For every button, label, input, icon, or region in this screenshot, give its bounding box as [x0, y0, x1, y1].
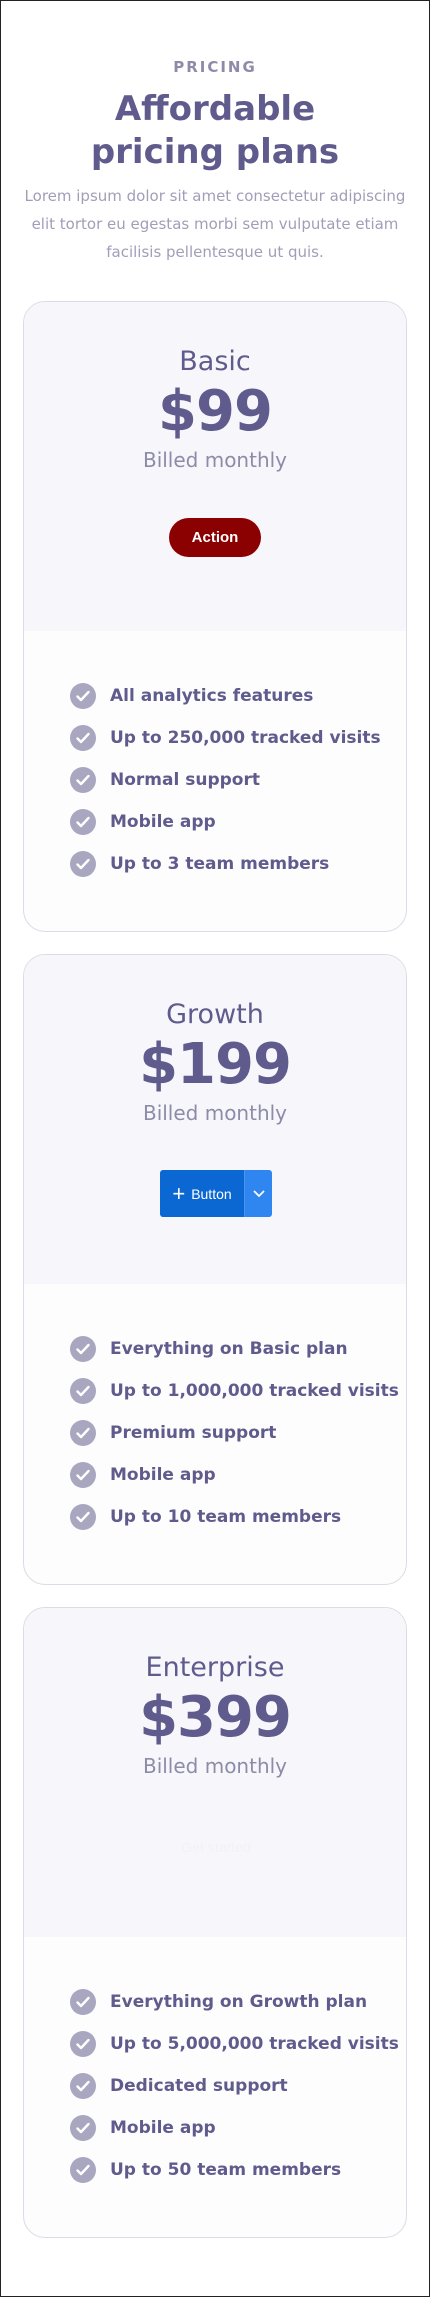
- feature-item: Mobile app: [70, 801, 381, 843]
- check-circle-icon: [70, 809, 96, 835]
- plan-name: Basic: [179, 346, 251, 377]
- feature-label: Up to 1,000,000 tracked visits: [110, 1381, 399, 1401]
- feature-item: Up to 5,000,000 tracked visits: [70, 2023, 399, 2065]
- check-circle-icon: [70, 767, 96, 793]
- feature-label: Everything on Growth plan: [110, 1992, 368, 2012]
- chevron-down-icon: [253, 1190, 264, 1197]
- split-button-label: Button: [191, 1185, 232, 1202]
- feature-list: Everything on Growth plan Up to 5,000,00…: [70, 1981, 399, 2191]
- check-circle-icon: [70, 2073, 96, 2099]
- feature-item: Up to 1,000,000 tracked visits: [70, 1370, 399, 1412]
- split-button-main[interactable]: + Button: [160, 1170, 244, 1217]
- feature-item: Up to 250,000 tracked visits: [70, 717, 381, 759]
- check-circle-icon: [70, 1989, 96, 2015]
- feature-label: Up to 3 team members: [110, 854, 330, 874]
- check-circle-icon: [70, 683, 96, 709]
- feature-label: Mobile app: [110, 1465, 216, 1485]
- feature-item: Normal support: [70, 759, 381, 801]
- feature-item: Mobile app: [70, 2107, 399, 2149]
- section-description: Lorem ipsum dolor sit amet consectetur a…: [24, 187, 406, 261]
- check-circle-icon: [70, 1462, 96, 1488]
- feature-item: Everything on Growth plan: [70, 1981, 399, 2023]
- plan-name: Growth: [166, 999, 264, 1030]
- feature-label: Up to 5,000,000 tracked visits: [110, 2034, 399, 2054]
- feature-item: Premium support: [70, 1412, 399, 1454]
- feature-item: All analytics features: [70, 675, 381, 717]
- check-circle-icon: [70, 725, 96, 751]
- feature-label: Normal support: [110, 770, 260, 790]
- plan-billing-period: Billed monthly: [142, 448, 288, 472]
- feature-label: Up to 50 team members: [110, 2160, 342, 2180]
- feature-item: Mobile app: [70, 1454, 399, 1496]
- feature-label: Premium support: [110, 1423, 277, 1443]
- check-circle-icon: [70, 851, 96, 877]
- split-button: + Button: [160, 1170, 272, 1217]
- action-button[interactable]: Action: [169, 518, 261, 557]
- feature-label: Up to 250,000 tracked visits: [110, 728, 381, 748]
- check-circle-icon: [70, 2157, 96, 2183]
- feature-label: Up to 10 team members: [110, 1507, 342, 1527]
- pricing-header: PRICING Affordable pricing plans Lorem i…: [0, 58, 430, 266]
- pricing-card-basic: Basic $99 Billed monthly Action All anal…: [23, 301, 407, 932]
- feature-label: Mobile app: [110, 2118, 216, 2138]
- plan-billing-period: Billed monthly: [142, 1101, 288, 1125]
- feature-label: Dedicated support: [110, 2076, 288, 2096]
- feature-label: Mobile app: [110, 812, 216, 832]
- check-circle-icon: [70, 1336, 96, 1362]
- split-button-toggle[interactable]: [244, 1170, 272, 1217]
- feature-list: All analytics features Up to 250,000 tra…: [70, 675, 381, 885]
- feature-item: Dedicated support: [70, 2065, 399, 2107]
- feature-label: All analytics features: [110, 686, 314, 706]
- page-title: Affordable pricing plans: [90, 89, 340, 172]
- pricing-card-enterprise: Enterprise $399 Billed monthly Get start…: [23, 1607, 407, 2238]
- feature-list: Everything on Basic plan Up to 1,000,000…: [70, 1328, 399, 1538]
- section-eyebrow: PRICING: [173, 58, 257, 76]
- plus-icon: +: [172, 1180, 186, 1206]
- feature-item: Up to 50 team members: [70, 2149, 399, 2191]
- feature-label: Everything on Basic plan: [110, 1339, 348, 1359]
- pricing-card-growth: Growth $199 Billed monthly + Button Ever…: [23, 954, 407, 1585]
- get-started-button[interactable]: Get started: [170, 1834, 262, 1860]
- feature-item: Up to 3 team members: [70, 843, 381, 885]
- check-circle-icon: [70, 1504, 96, 1530]
- plan-billing-period: Billed monthly: [142, 1754, 288, 1778]
- check-circle-icon: [70, 1378, 96, 1404]
- plan-price: $99: [158, 379, 273, 444]
- feature-item: Everything on Basic plan: [70, 1328, 399, 1370]
- plan-price: $399: [139, 1685, 292, 1750]
- feature-item: Up to 10 team members: [70, 1496, 399, 1538]
- plan-name: Enterprise: [145, 1652, 285, 1683]
- check-circle-icon: [70, 2031, 96, 2057]
- plan-price: $199: [139, 1032, 292, 1097]
- check-circle-icon: [70, 2115, 96, 2141]
- check-circle-icon: [70, 1420, 96, 1446]
